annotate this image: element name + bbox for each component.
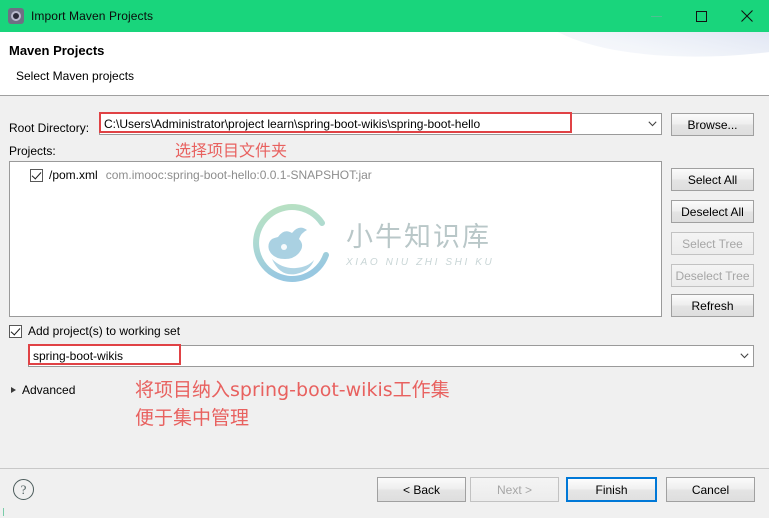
tree-item-pom[interactable]: /pom.xml com.imooc:spring-boot-hello:0.0…	[30, 168, 372, 182]
chevron-down-icon[interactable]	[644, 121, 661, 127]
tree-item-coordinates: com.imooc:spring-boot-hello:0.0.1-SNAPSH…	[105, 168, 372, 182]
minimize-icon[interactable]	[634, 0, 679, 32]
tree-item-name: /pom.xml	[49, 168, 98, 182]
wizard-header: Maven Projects Select Maven projects	[0, 32, 769, 96]
maven-gear-icon	[8, 8, 24, 24]
ox-circle-logo-icon	[253, 204, 329, 282]
add-to-working-set-row[interactable]: Add project(s) to working set	[9, 324, 180, 338]
close-icon[interactable]	[724, 0, 769, 32]
chevron-down-icon[interactable]	[736, 353, 753, 359]
cancel-button[interactable]: Cancel	[666, 477, 755, 502]
advanced-section-toggle[interactable]: Advanced	[11, 383, 75, 397]
chevron-right-icon	[11, 387, 16, 393]
annotation-working-set-line1: 将项目纳入spring-boot-wikis工作集	[135, 379, 450, 401]
deselect-tree-button: Deselect Tree	[671, 264, 754, 287]
refresh-button[interactable]: Refresh	[671, 294, 754, 317]
add-to-working-set-label: Add project(s) to working set	[28, 324, 181, 338]
page-title: Maven Projects	[9, 43, 105, 58]
watermark-logo: 小牛知识库 XIAO NIU ZHI SHI KU	[248, 200, 548, 292]
header-banner-graphic	[523, 32, 769, 85]
root-directory-input[interactable]: C:\Users\Administrator\project learn\spr…	[100, 117, 644, 131]
projects-tree[interactable]: /pom.xml com.imooc:spring-boot-hello:0.0…	[9, 161, 662, 317]
help-icon[interactable]: ?	[13, 479, 34, 500]
annotation-working-set-line2: 便于集中管理	[135, 407, 250, 429]
page-subtitle: Select Maven projects	[16, 69, 135, 83]
window-controls	[634, 0, 769, 32]
dialog-body: Root Directory: C:\Users\Administrator\p…	[0, 96, 769, 468]
back-button[interactable]: < Back	[377, 477, 466, 502]
projects-label: Projects:	[9, 144, 56, 158]
tree-item-checkbox[interactable]	[30, 168, 43, 182]
add-to-working-set-checkbox[interactable]	[9, 324, 22, 338]
import-maven-projects-dialog: Import Maven Projects Maven Projects Sel…	[0, 0, 769, 518]
window-title: Import Maven Projects	[31, 9, 154, 23]
watermark-text-en: XIAO NIU ZHI SHI KU	[346, 257, 495, 268]
resize-grip[interactable]	[3, 506, 13, 516]
root-directory-label: Root Directory:	[9, 121, 90, 135]
next-button: Next >	[470, 477, 559, 502]
select-tree-button: Select Tree	[671, 232, 754, 255]
working-set-input[interactable]: spring-boot-wikis	[29, 349, 736, 363]
finish-button[interactable]: Finish	[566, 477, 657, 502]
working-set-combo[interactable]: spring-boot-wikis	[28, 345, 754, 367]
title-bar: Import Maven Projects	[0, 0, 769, 32]
root-directory-combo[interactable]: C:\Users\Administrator\project learn\spr…	[99, 113, 662, 135]
maximize-icon[interactable]	[679, 0, 724, 32]
browse-button[interactable]: Browse...	[671, 113, 754, 136]
advanced-label: Advanced	[22, 383, 76, 397]
select-all-button[interactable]: Select All	[671, 168, 754, 191]
deselect-all-button[interactable]: Deselect All	[671, 200, 754, 223]
annotation-select-project-folder: 选择项目文件夹	[175, 141, 288, 160]
watermark-text-cn: 小牛知识库	[346, 222, 491, 253]
